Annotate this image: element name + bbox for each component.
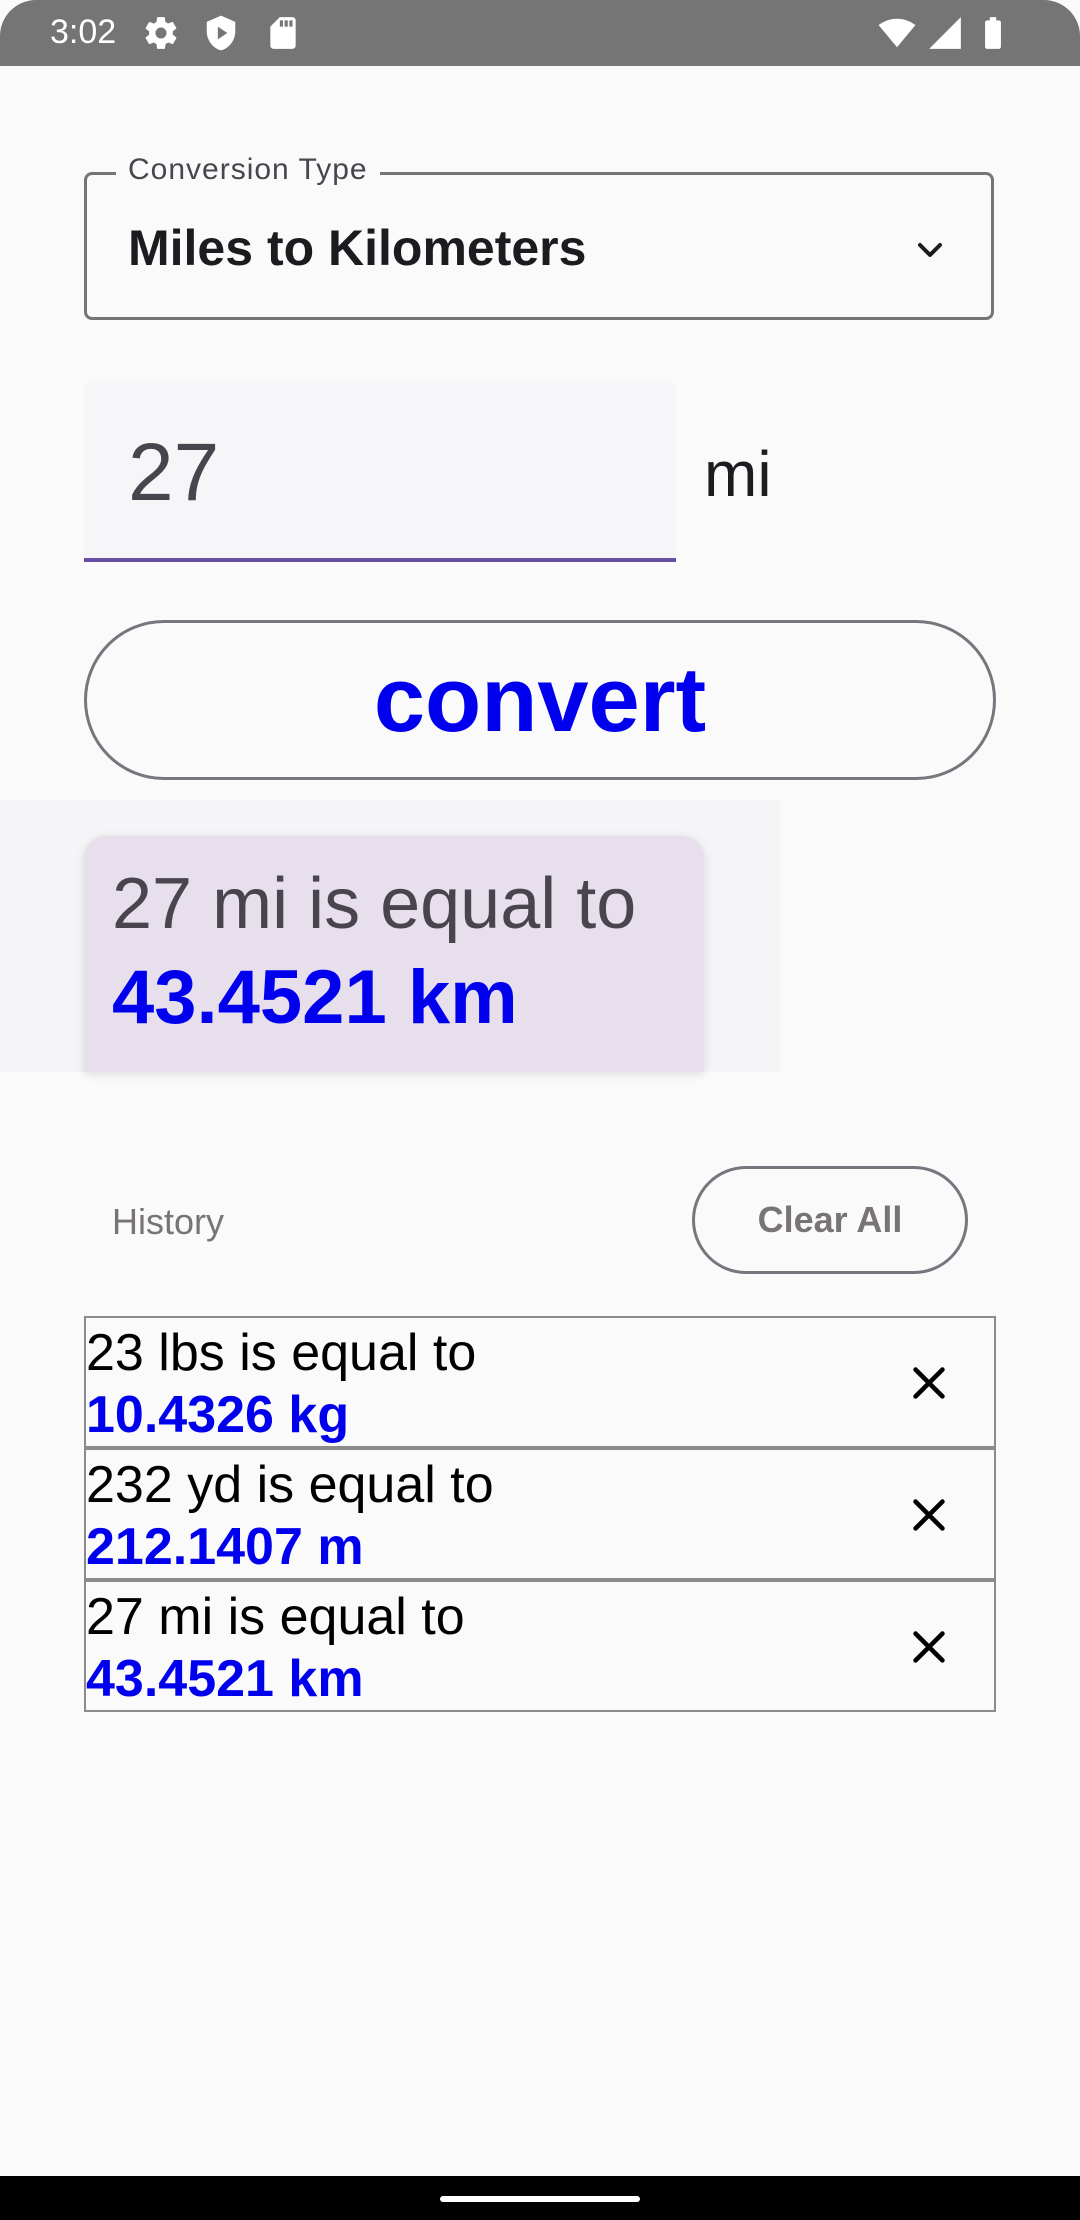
history-item-text: 232 yd is equal to	[86, 1456, 494, 1514]
history-item-value: 43.4521 km	[86, 1650, 364, 1708]
home-gesture-handle[interactable]	[440, 2196, 640, 2202]
result-text: 27 mi is equal to	[112, 864, 637, 944]
wifi-icon	[878, 18, 916, 48]
chevron-down-icon[interactable]	[910, 230, 950, 270]
sd-card-icon	[270, 17, 296, 49]
close-icon[interactable]	[906, 1624, 952, 1670]
convert-button[interactable]: convert	[84, 620, 996, 780]
clear-all-button[interactable]: Clear All	[692, 1166, 968, 1274]
history-item: 27 mi is equal to 43.4521 km	[84, 1580, 996, 1712]
status-time: 3:02	[50, 13, 117, 51]
cell-signal-icon	[929, 17, 961, 49]
history-title: History	[112, 1201, 225, 1242]
conversion-type-label: Conversion Type	[116, 150, 380, 190]
close-icon[interactable]	[906, 1360, 952, 1406]
history-list: 23 lbs is equal to 10.4326 kg 232 yd is …	[84, 1316, 996, 1712]
close-icon[interactable]	[906, 1492, 952, 1538]
status-bar: 3:02	[0, 0, 1080, 66]
history-item-value: 212.1407 m	[86, 1518, 364, 1576]
app-screen: 3:02 Conversion Type Miles to Kilometers…	[0, 0, 1080, 2220]
history-item: 232 yd is equal to 212.1407 m	[84, 1448, 996, 1580]
unit-label: mi	[704, 438, 772, 510]
result-value: 43.4521 km	[112, 955, 518, 1040]
shield-play-icon	[206, 15, 236, 51]
battery-icon	[985, 17, 1001, 49]
history-item-value: 10.4326 kg	[86, 1386, 350, 1444]
value-input[interactable]: 27	[128, 425, 219, 521]
settings-gear-icon	[145, 17, 177, 49]
history-item-text: 23 lbs is equal to	[86, 1324, 477, 1382]
history-item-text: 27 mi is equal to	[86, 1588, 465, 1646]
history-item: 23 lbs is equal to 10.4326 kg	[84, 1316, 996, 1448]
conversion-type-value[interactable]: Miles to Kilometers	[128, 218, 586, 278]
